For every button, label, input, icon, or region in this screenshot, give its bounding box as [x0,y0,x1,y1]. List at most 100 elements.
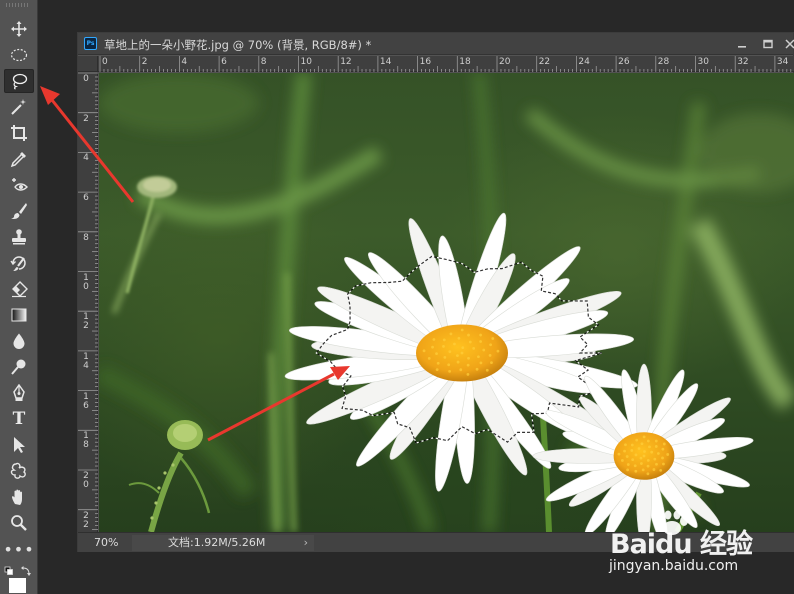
move-tool[interactable] [4,17,34,41]
ruler-label: 2 [141,57,148,67]
ruler-label: 26 [618,57,630,67]
ruler-label: 10 [83,272,89,292]
magic-wand-tool[interactable] [4,95,34,119]
red-eye-tool[interactable] [4,173,34,197]
brush-tool[interactable] [4,199,34,223]
blur-drop-icon [13,333,25,349]
document-title: 草地上的一朵小野花.jpg @ 70% (背景, RGB/8#) * [104,38,372,52]
edit-toolbar[interactable]: ••• [3,537,35,561]
document-tab[interactable]: Ps 草地上的一朵小野花.jpg @ 70% (背景, RGB/8#) * [78,33,794,55]
daisy-photo [99,73,794,532]
eyedropper-tool[interactable] [4,147,34,171]
horizontal-ruler-ticks [99,56,792,72]
ruler-label: 20 [83,471,89,490]
ruler-label: 24 [578,57,590,67]
default-colors-icon[interactable] [4,566,13,575]
ruler-label: 12 [340,57,352,67]
red-eye-icon [12,178,28,191]
brush-icon [11,203,27,219]
custom-shape-tool[interactable] [4,459,34,483]
lasso-tool[interactable] [4,69,34,93]
ruler-label: 30 [697,57,709,67]
minimize-icon [738,45,746,48]
type-tool[interactable]: T [4,407,34,431]
eraser-icon [12,281,28,298]
magic-wand-icon [11,99,26,115]
path-selection-tool[interactable] [4,433,34,457]
hand-icon [12,489,22,505]
ruler-label: 32 [737,57,749,67]
ruler-label: 16 [419,57,432,67]
blur-tool[interactable] [4,329,34,353]
ruler-label: 10 [300,57,312,67]
horizontal-ruler[interactable]: 0 2 4 6 8 10 12 14 16 18 20 22 24 26 28 30 32 34 [98,56,794,72]
maximize-button[interactable] [756,35,780,52]
ruler-label: 6 [221,57,227,67]
eyedropper-icon [10,152,26,168]
ruler-label: 12 [83,312,89,332]
swap-colors-icon[interactable] [21,566,31,576]
vertical-ruler[interactable]: 0 2 4 6 8 10 12 14 16 18 20 22 [78,72,98,532]
eraser-tool[interactable] [4,277,34,301]
canvas[interactable] [99,73,794,532]
ellipse-marquee-icon [10,48,28,62]
watermark-logo-text: Baidu 经验 [610,529,753,560]
type-icon: T [12,409,26,429]
document-size: 文档:1.92M/5.26M [168,536,266,549]
ruler-label: 0 [83,74,89,84]
zoom-icon [11,515,27,531]
close-icon [785,38,794,49]
arrow-select-icon [14,437,25,453]
gradient-tool[interactable] [4,303,34,327]
ruler-label: 14 [379,57,392,67]
ruler-origin[interactable] [78,56,98,72]
move-icon [11,21,27,37]
stamp-icon [12,229,26,245]
hand-tool[interactable] [4,485,34,509]
zoom-tool[interactable] [4,511,34,535]
foreground-color-swatch[interactable] [9,578,26,593]
ruler-label: 14 [83,351,89,371]
pen-icon [13,384,25,401]
close-button[interactable] [778,35,794,52]
more-icon: ••• [3,539,35,559]
dodge-icon [11,359,26,375]
tools-panel: T ••• [0,0,38,594]
ruler-label: 22 [538,57,551,67]
toolbar-grip[interactable] [6,3,30,7]
clone-stamp-tool[interactable] [4,225,34,249]
chevron-right-icon[interactable]: › [304,535,308,551]
ruler-label: 16 [83,391,89,411]
shape-icon [10,462,26,479]
watermark-url: jingyan.baidu.com [609,558,739,574]
crop-icon [11,125,27,141]
ruler-label: 0 [102,57,108,67]
ruler-label: 18 [83,431,89,451]
ruler-label: 22 [83,510,89,530]
zoom-level-field[interactable]: 70% [84,534,130,551]
document-info[interactable]: 文档:1.92M/5.26M › [132,535,314,551]
ruler-label: 4 [181,57,188,67]
ruler-label: 2 [83,113,89,124]
pen-tool[interactable] [4,381,34,405]
history-brush-tool[interactable] [4,251,34,275]
document-window: Ps 草地上的一朵小野花.jpg @ 70% (背景, RGB/8#) * 0 2… [77,32,794,552]
ruler-label: 18 [459,57,471,67]
foreground-background-colors[interactable] [4,566,34,594]
maximize-icon [763,39,773,48]
ruler-label: 20 [499,57,511,67]
ruler-label: 8 [83,232,89,243]
dodge-tool[interactable] [4,355,34,379]
vertical-ruler-ticks [78,72,98,530]
history-brush-icon [10,256,26,271]
minimize-button[interactable] [730,35,754,52]
gradient-icon [11,308,27,322]
lasso-icon [12,73,28,90]
ruler-label: 8 [260,57,267,67]
photoshop-file-icon: Ps [84,37,97,50]
ruler-label: 34 [776,57,789,67]
ruler-label: 28 [657,57,670,67]
elliptical-marquee-tool[interactable] [4,43,34,67]
crop-tool[interactable] [4,121,34,145]
ruler-label: 6 [83,193,89,204]
